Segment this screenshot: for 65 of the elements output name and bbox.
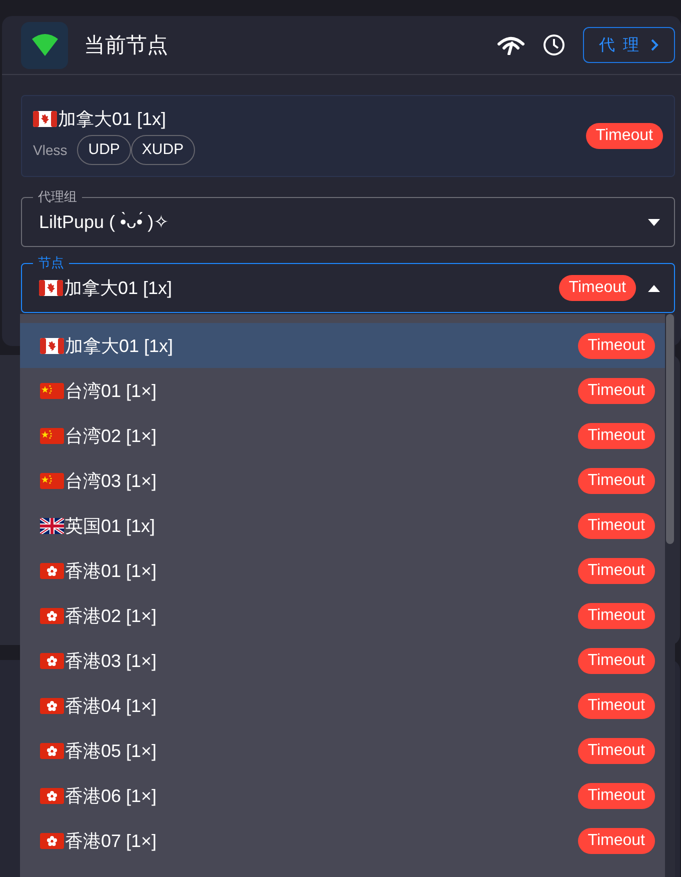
- caret-up-icon: [648, 284, 660, 292]
- delay-badge: Timeout: [558, 275, 636, 301]
- node-option[interactable]: 香港05 [1×] Timeout: [20, 728, 665, 773]
- delay-badge: Timeout: [578, 378, 655, 404]
- node-name: 台湾02 [1×]: [65, 424, 157, 448]
- delay-badge: Timeout: [578, 828, 655, 854]
- node-name: 香港06 [1×]: [65, 784, 157, 808]
- node-option[interactable]: 加拿大01 [1x] Timeout: [20, 323, 665, 368]
- node-name: 香港04 [1×]: [65, 694, 157, 718]
- node-name: 加拿大01 [1x]: [65, 334, 174, 358]
- node-name: 香港01 [1×]: [65, 560, 157, 582]
- delay-badge: Timeout: [578, 332, 655, 358]
- node-option[interactable]: 台湾01 [1×] Timeout: [20, 368, 665, 413]
- node-option[interactable]: 香港01 [1×] Timeout: [20, 548, 665, 593]
- node-option[interactable]: 香港07 [1×] Timeout: [20, 818, 665, 863]
- delay-badge: Timeout: [578, 692, 655, 718]
- node-option[interactable]: 台湾03 [1×] Timeout: [20, 458, 665, 503]
- delay-badge: Timeout: [578, 602, 655, 628]
- flag-icon: [40, 698, 64, 714]
- node-name: 台湾03 [1×]: [65, 470, 157, 492]
- flag-icon: [40, 832, 64, 848]
- scrollbar-thumb[interactable]: [666, 314, 674, 544]
- proxy-button[interactable]: 代 理: [583, 27, 675, 63]
- card-title: 当前节点: [84, 33, 169, 59]
- node-option[interactable]: 台湾02 [1×] Timeout: [20, 413, 665, 458]
- caret-down-icon: [648, 218, 660, 226]
- flag-icon: [40, 428, 64, 444]
- node-option[interactable]: 香港06 [1×] Timeout: [20, 773, 665, 818]
- node-name: 台湾01 [1×]: [65, 380, 157, 402]
- delay-badge: Timeout: [578, 648, 655, 674]
- protocol-tag: XUDP: [130, 135, 195, 165]
- flag-icon: [40, 382, 64, 398]
- node-option[interactable]: 香港03 [1×] Timeout: [20, 638, 665, 683]
- delay-badge: Timeout: [578, 422, 655, 448]
- clock-icon[interactable]: [543, 34, 565, 56]
- protocol-label: Vless: [33, 142, 68, 158]
- flag-icon: [33, 111, 57, 127]
- flag-icon: [40, 788, 64, 804]
- delay-badge: Timeout: [578, 558, 655, 584]
- protocol-tag: UDP: [77, 135, 131, 165]
- network-icon[interactable]: [497, 35, 525, 55]
- flag-icon: [40, 742, 64, 758]
- flag-icon: [39, 280, 63, 296]
- delay-badge: Timeout: [586, 123, 663, 149]
- flag-icon: [40, 472, 64, 488]
- delay-badge: Timeout: [578, 782, 655, 808]
- node-option[interactable]: 香港04 [1×] Timeout: [20, 683, 665, 728]
- flag-icon: [40, 338, 64, 354]
- node-name: 英国01 [1x]: [65, 514, 156, 538]
- delay-badge: Timeout: [578, 738, 655, 764]
- node-name: 加拿大01 [1x]: [58, 108, 166, 131]
- node-name: 香港07 [1×]: [65, 830, 157, 852]
- flag-icon: [40, 518, 64, 534]
- node-name: 香港03 [1×]: [65, 650, 157, 672]
- node-option[interactable]: 英国01 [1x] Timeout: [20, 503, 665, 548]
- node-name: 香港05 [1×]: [65, 740, 157, 762]
- flag-icon: [40, 562, 64, 578]
- chevron-right-icon: [652, 39, 659, 51]
- app-logo: [21, 22, 68, 68]
- flag-icon: [40, 608, 64, 624]
- node-option[interactable]: 香港02 [1×] Timeout: [20, 593, 665, 638]
- delay-badge: Timeout: [578, 512, 655, 538]
- flag-icon: [40, 652, 64, 668]
- node-name: 香港02 [1×]: [65, 604, 157, 628]
- delay-badge: Timeout: [578, 468, 655, 494]
